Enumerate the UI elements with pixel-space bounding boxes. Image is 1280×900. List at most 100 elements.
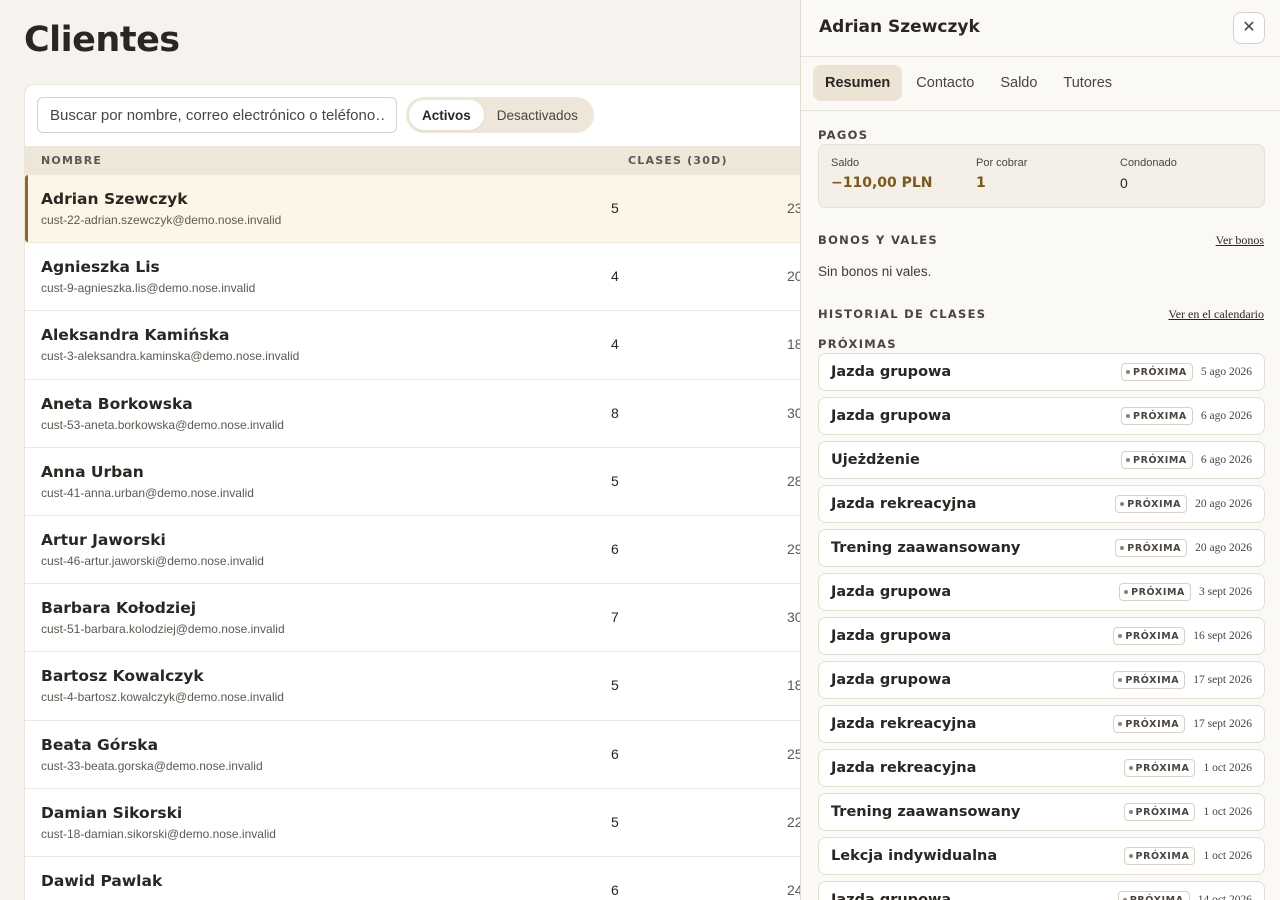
status-badge-label: PRÓXIMA	[1125, 630, 1180, 642]
class-card[interactable]: Ujeżdżenie PRÓXIMA 6 ago 2026	[818, 441, 1265, 479]
filter-inactive-button[interactable]: Desactivados	[484, 100, 591, 130]
tab-tutores[interactable]: Tutores	[1051, 65, 1124, 101]
status-dot-icon	[1128, 854, 1133, 858]
panel-title: Adrian Szewczyk	[819, 17, 980, 37]
client-email: cust-4-bartosz.kowalczyk@demo.nose.inval…	[41, 690, 284, 705]
table-row[interactable]: Barbara Kołodziej cust-51-barbara.kolodzi…	[25, 584, 823, 653]
column-header-classes[interactable]: CLASES (30D)	[628, 154, 728, 167]
class-name: Jazda grupowa	[831, 584, 952, 600]
balance-stat: Saldo −110,00 PLN	[831, 157, 933, 191]
filter-active-button[interactable]: Activos	[409, 100, 484, 130]
client-name: Aneta Borkowska	[41, 394, 193, 413]
class-card[interactable]: Jazda grupowa PRÓXIMA 6 ago 2026	[818, 397, 1265, 435]
column-header-name[interactable]: NOMBRE	[41, 154, 102, 167]
status-badge: PRÓXIMA	[1113, 715, 1186, 733]
status-badge-label: PRÓXIMA	[1133, 410, 1187, 422]
client-email: cust-18-damian.sikorski@demo.nose.invali…	[41, 826, 276, 841]
client-classes-count: 6	[611, 745, 619, 762]
panel-header: Adrian Szewczyk ✕	[801, 0, 1280, 57]
client-classes-count: 8	[611, 404, 619, 421]
class-history-heading: HISTORIAL DE CLASES	[818, 307, 987, 321]
client-email: cust-41-anna.urban@demo.nose.invalid	[41, 485, 254, 500]
upcoming-heading: PRÓXIMAS	[818, 337, 897, 351]
view-vouchers-link[interactable]: Ver bonos	[1216, 233, 1264, 248]
client-email: cust-3-aleksandra.kaminska@demo.nose.inv…	[41, 349, 300, 364]
client-name: Adrian Szewczyk	[41, 190, 188, 208]
status-badge-label: PRÓXIMA	[1133, 366, 1187, 378]
tab-contacto[interactable]: Contacto	[904, 65, 986, 101]
client-email: cust-22-adrian.szewczyk@demo.nose.invali…	[41, 213, 282, 227]
client-classes-count: 5	[611, 200, 619, 216]
class-date: 20 ago 2026	[1195, 498, 1252, 510]
class-meta: PRÓXIMA 14 oct 2026	[1117, 891, 1252, 900]
receivable-stat: Por cobrar 1	[976, 157, 1027, 191]
tab-resumen[interactable]: Resumen	[813, 65, 903, 101]
status-badge: PRÓXIMA	[1113, 627, 1186, 645]
status-dot-icon	[1126, 458, 1130, 462]
close-icon: ✕	[1242, 19, 1256, 36]
balance-value: −110,00 PLN	[831, 175, 933, 191]
search-input[interactable]	[37, 97, 397, 133]
table-row[interactable]: Bartosz Kowalczyk cust-4-bartosz.kowalczy…	[25, 652, 823, 721]
class-date: 1 oct 2026	[1203, 762, 1252, 774]
tab-saldo[interactable]: Saldo	[988, 65, 1049, 101]
table-row[interactable]: Agnieszka Lis cust-9-agnieszka.lis@demo.n…	[25, 243, 823, 312]
table-row[interactable]: Aneta Borkowska cust-53-aneta.borkowska@d…	[25, 379, 823, 448]
status-badge: PRÓXIMA	[1121, 363, 1193, 381]
class-card[interactable]: Jazda grupowa PRÓXIMA 14 oct 2026	[818, 881, 1265, 900]
class-card[interactable]: Jazda grupowa PRÓXIMA 5 ago 2026	[818, 353, 1265, 391]
class-card[interactable]: Jazda grupowa PRÓXIMA 16 sept 2026	[818, 617, 1265, 655]
table-row[interactable]: Adrian Szewczyk cust-22-adrian.szewczyk@d…	[25, 175, 823, 244]
class-name: Trening zaawansowany	[831, 804, 1021, 820]
status-badge-label: PRÓXIMA	[1125, 674, 1180, 686]
class-name: Ujeżdżenie	[831, 452, 920, 468]
table-row[interactable]: Damian Sikorski cust-18-damian.sikorski@d…	[25, 788, 823, 857]
table-row[interactable]: Dawid Pawlak 6 24	[25, 856, 823, 900]
class-card[interactable]: Jazda rekreacyjna PRÓXIMA 1 oct 2026	[818, 749, 1265, 787]
class-card[interactable]: Lekcja indywidualna PRÓXIMA 1 oct 2026	[818, 837, 1265, 875]
table-row[interactable]: Aleksandra Kamińska cust-3-aleksandra.kam…	[25, 311, 823, 380]
class-name: Jazda grupowa	[831, 672, 952, 688]
client-name: Dawid Pawlak	[41, 871, 163, 890]
class-date: 17 sept 2026	[1193, 718, 1252, 730]
class-card[interactable]: Jazda rekreacyjna PRÓXIMA 20 ago 2026	[818, 485, 1265, 523]
class-name: Jazda grupowa	[831, 628, 952, 644]
client-email: cust-53-aneta.borkowska@demo.nose.invali…	[41, 417, 284, 432]
receivable-label: Por cobrar	[976, 157, 1028, 169]
table-header: NOMBRE CLASES (30D)	[25, 146, 823, 175]
client-name: Bartosz Kowalczyk	[41, 667, 204, 686]
class-date: 16 sept 2026	[1193, 630, 1252, 642]
close-panel-button[interactable]: ✕	[1233, 12, 1265, 44]
class-card[interactable]: Jazda rekreacyjna PRÓXIMA 17 sept 2026	[818, 705, 1265, 743]
table-row[interactable]: Artur Jaworski cust-46-artur.jaworski@dem…	[25, 515, 823, 585]
upcoming-class-list: Jazda grupowa PRÓXIMA 5 ago 2026 Jazda grup…	[818, 353, 1265, 900]
status-badge-label: PRÓXIMA	[1129, 894, 1184, 900]
class-meta: PRÓXIMA 17 sept 2026	[1113, 671, 1252, 689]
table-row[interactable]: Anna Urban cust-41-anna.urban@demo.nose.i…	[25, 447, 823, 516]
status-badge: PRÓXIMA	[1115, 539, 1188, 557]
class-date: 20 ago 2026	[1195, 542, 1252, 554]
class-meta: PRÓXIMA 3 sept 2026	[1119, 583, 1252, 601]
client-classes-count: 5	[611, 677, 619, 694]
class-card[interactable]: Trening zaawansowany PRÓXIMA 20 ago 2026	[818, 529, 1265, 567]
status-badge-label: PRÓXIMA	[1127, 498, 1182, 510]
class-meta: PRÓXIMA 1 oct 2026	[1123, 803, 1252, 821]
status-badge-label: PRÓXIMA	[1133, 454, 1187, 466]
status-filter: Activos Desactivados	[406, 97, 594, 133]
status-badge-label: PRÓXIMA	[1135, 850, 1190, 862]
class-card[interactable]: Jazda grupowa PRÓXIMA 3 sept 2026	[818, 573, 1265, 611]
class-card[interactable]: Jazda grupowa PRÓXIMA 17 sept 2026	[818, 661, 1265, 699]
class-card[interactable]: Trening zaawansowany PRÓXIMA 1 oct 2026	[818, 793, 1265, 831]
forgiven-stat: Condonado 0	[1120, 157, 1177, 191]
table-row[interactable]: Beata Górska cust-33-beata.gorska@demo.no…	[25, 720, 823, 789]
class-meta: PRÓXIMA 20 ago 2026	[1115, 495, 1252, 513]
class-meta: PRÓXIMA 1 oct 2026	[1123, 759, 1252, 777]
class-name: Jazda grupowa	[831, 892, 952, 900]
class-meta: PRÓXIMA 16 sept 2026	[1113, 627, 1252, 645]
status-dot-icon	[1128, 810, 1133, 814]
client-name: Barbara Kołodziej	[41, 599, 197, 618]
view-calendar-link[interactable]: Ver en el calendario	[1168, 307, 1264, 322]
receivable-value: 1	[976, 175, 986, 191]
class-date: 1 oct 2026	[1203, 850, 1252, 862]
status-badge: PRÓXIMA	[1117, 891, 1190, 900]
